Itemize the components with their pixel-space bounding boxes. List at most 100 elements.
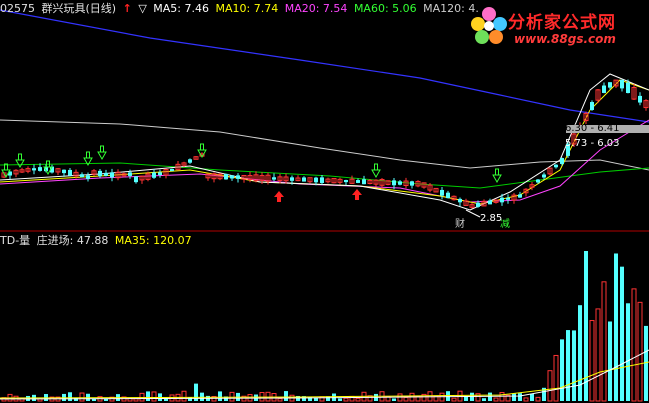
ma35-value: MA35: 120.07: [114, 234, 192, 247]
volume-bar-up: [151, 391, 157, 402]
flower-logo-icon: [471, 7, 507, 44]
candle-body-down: [98, 170, 102, 177]
logo-url: www.88gs.com: [514, 32, 616, 46]
volume-bar-up: [355, 397, 361, 402]
candle-body-down: [440, 189, 444, 196]
volume-bar-up: [553, 354, 559, 402]
candle-body-down: [314, 177, 318, 183]
ma5-label: MA5: 7.46: [153, 2, 209, 15]
arrow-up-icon[interactable]: ↑: [123, 2, 132, 15]
volume-bar-up: [133, 398, 139, 402]
candle-body-down: [446, 192, 450, 199]
volume-bar-down: [104, 398, 108, 401]
candle-body-down: [488, 200, 492, 205]
logo-title: 分析家公式网: [508, 13, 616, 33]
candle-body-down: [320, 177, 324, 183]
volume-bar-down: [572, 330, 576, 401]
volume-bar-down: [560, 339, 564, 401]
candle-body-down: [626, 82, 630, 94]
label-cai: 财: [455, 217, 465, 230]
volume-bar-down: [518, 393, 522, 401]
candle-body-down: [476, 202, 480, 207]
candle-body-down: [344, 180, 348, 183]
volume-panel-header: TD-量 庄进场: 47.88 MA35: 120.07: [0, 234, 195, 248]
range-upper-label: 6.30 - 6.41: [565, 123, 620, 134]
volume-bar-up: [589, 320, 595, 402]
chart-annotations: 财减2.856.30 - 6.415.73 - 6.03: [455, 123, 649, 230]
volume-bars: [0, 251, 649, 402]
candle-body-down: [638, 95, 642, 103]
volume-bar-down: [218, 391, 222, 401]
volume-bar-down: [620, 266, 624, 401]
volume-bar-down: [68, 392, 72, 401]
ma10-label: MA10: 7.74: [215, 2, 279, 15]
volume-bar-down: [482, 398, 486, 401]
buy-signal-arrow-icon: [352, 189, 362, 200]
candle-body-down: [398, 181, 402, 185]
sell-signal-arrow-icon: [97, 145, 107, 161]
ma120-line: [0, 119, 649, 171]
volume-bar-down: [200, 392, 204, 401]
volume-bar-up: [79, 392, 85, 402]
volume-bar-up: [535, 396, 541, 402]
stock-name: 群兴玩具(日线): [41, 2, 117, 15]
candle-body-down: [158, 172, 162, 176]
candle-body-down: [536, 179, 540, 183]
arrow-down-icon[interactable]: ▽: [138, 2, 146, 15]
ma60-label: MA60: 5.06: [353, 2, 417, 15]
volume-bar-down: [464, 396, 468, 401]
chart-stage[interactable]: 财减 2.85 6.30 - 6.41 5.73 - 6.03 02575 群兴玩具(…: [0, 0, 649, 403]
candle-body-down: [542, 174, 546, 178]
volume-bar-up: [601, 281, 607, 402]
ma5-line: [0, 73, 649, 211]
ma20-line: [0, 119, 649, 203]
volume-bar-down: [530, 393, 534, 401]
volume-bar-up: [631, 288, 637, 402]
volume-bar-up: [181, 390, 187, 402]
sell-signal-arrow-icon: [371, 163, 381, 179]
candle-body-down: [560, 158, 564, 164]
candle-body-down: [590, 102, 594, 110]
candle-body-down: [104, 172, 108, 176]
volume-bar-up: [403, 396, 409, 402]
volume-bar-up: [493, 397, 499, 402]
stock-code: 02575: [0, 2, 35, 15]
indicator-name: TD-量: [0, 234, 31, 247]
volume-bar-down: [392, 398, 396, 401]
buy-signal-arrow-icon: [274, 191, 284, 202]
volume-bar-down: [446, 391, 450, 401]
candle-body-down: [506, 197, 510, 200]
volume-bar-down: [614, 253, 618, 401]
candle-body-down: [620, 79, 624, 89]
candle-body-down: [110, 172, 114, 178]
candle-body-down: [272, 177, 276, 180]
candle-body-down: [518, 194, 522, 198]
candle-body-down: [80, 174, 84, 178]
range-lower-label: 5.73 - 6.03: [565, 138, 620, 149]
volume-bar-up: [523, 397, 529, 402]
low-price-label: 2.85: [480, 213, 502, 224]
candle-body-down: [128, 172, 132, 176]
volume-bar-down: [644, 325, 648, 401]
candle-body-down: [38, 167, 42, 171]
candle-body-down: [188, 159, 192, 163]
candle-body-down: [554, 164, 558, 168]
site-logo[interactable]: 分析家公式网 www.88gs.com: [468, 2, 649, 52]
volume-bar-up: [451, 397, 457, 402]
low-price-pointer: [465, 209, 481, 218]
volume-bar-down: [608, 321, 612, 401]
candle-body-down: [152, 172, 156, 178]
candle-body-down: [32, 168, 36, 171]
volume-bar-down: [626, 303, 630, 401]
volume-bar-up: [637, 301, 643, 402]
volume-bar-up: [343, 397, 349, 402]
volume-bar-up: [499, 392, 505, 402]
volume-bar-down: [338, 398, 342, 401]
candle-body-down: [392, 180, 396, 186]
kline-chart-canvas[interactable]: 财减2.856.30 - 6.415.73 - 6.03: [0, 0, 649, 403]
candle-body-down: [68, 169, 72, 176]
candle-body-down: [410, 181, 414, 186]
candle-body-down: [362, 179, 366, 185]
zhuang-value: 庄进场: 47.88: [36, 234, 109, 247]
volume-bar-down: [146, 391, 150, 401]
